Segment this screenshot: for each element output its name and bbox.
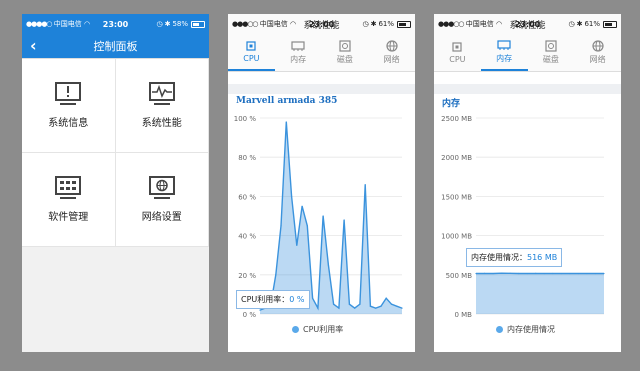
data-point — [501, 272, 503, 274]
data-point — [385, 297, 387, 299]
chart-legend[interactable]: 内存使用情况 — [496, 324, 555, 335]
tile-grid: 系统信息 系统性能 软件管理 网络设置 — [22, 58, 209, 247]
memory-performance-screen: ●●●○○ 中国电信 ◠ 23:00 ◷ ✱ 61% 系统性能 CPU 内存 磁… — [434, 14, 621, 352]
y-tick-label: 0 % — [243, 311, 257, 319]
data-point — [569, 272, 571, 275]
data-point — [509, 272, 511, 274]
data-point — [280, 225, 282, 227]
back-icon[interactable]: ‹ — [30, 36, 37, 55]
data-point — [354, 307, 356, 309]
y-tick-label: 20 % — [238, 272, 256, 280]
y-tick-label: 2000 MB — [441, 154, 472, 162]
data-point — [552, 272, 554, 275]
tile-label: 系统信息 — [48, 118, 89, 129]
data-point — [338, 307, 340, 309]
battery-icon — [191, 20, 205, 28]
data-point — [327, 264, 329, 266]
data-point — [306, 225, 308, 227]
tile-network-settings[interactable]: 网络设置 — [115, 153, 209, 247]
legend-swatch — [292, 326, 299, 333]
y-tick-label: 60 % — [238, 193, 256, 201]
control-panel-screen: ●●●●○ 中国电信 ◠ 23:00 ◷ ✱ 58% ‹ 控制面板 系统信息 系… — [22, 14, 209, 352]
data-point — [586, 272, 588, 275]
y-tick-label: 0 MB — [454, 311, 472, 319]
tooltip-label: CPU利用率： — [241, 295, 290, 304]
status-time: 23:00 — [102, 19, 129, 29]
tooltip-value: 516 MB — [527, 253, 558, 262]
cpu-tooltip: CPU利用率：0 % — [236, 290, 310, 309]
data-point — [359, 303, 361, 305]
tooltip-value: 0 % — [289, 295, 305, 304]
legend-swatch — [496, 326, 503, 333]
data-point — [526, 272, 528, 275]
page-title: 控制面板 — [93, 40, 138, 53]
data-point — [364, 184, 366, 186]
y-tick-label: 40 % — [238, 233, 256, 241]
data-point — [333, 303, 335, 305]
data-point — [369, 305, 372, 307]
data-point — [290, 195, 293, 197]
data-point — [594, 272, 597, 275]
data-point — [543, 272, 545, 275]
data-point — [492, 272, 494, 275]
data-point — [380, 305, 382, 307]
nav-bar: ‹ 控制面板 — [22, 34, 209, 58]
data-point — [296, 244, 298, 246]
system-performance-icon — [148, 82, 175, 105]
y-tick-label: 1500 MB — [441, 193, 472, 201]
y-tick-label: 80 % — [238, 154, 256, 162]
cpu-performance-screen: ●●●○○ 中国电信 ◠ 23:00 ◷ ✱ 61% 系统性能 CPU 内存 磁… — [228, 14, 415, 352]
data-point — [518, 272, 520, 275]
tooltip-label: 内存使用情况： — [471, 253, 527, 262]
data-point — [301, 205, 303, 207]
network-settings-icon — [148, 176, 175, 199]
y-tick-label: 2500 MB — [441, 115, 472, 123]
system-info-icon — [55, 82, 82, 105]
tile-system-info[interactable]: 系统信息 — [22, 59, 116, 153]
data-point — [322, 215, 324, 217]
y-tick-label: 100 % — [234, 115, 257, 123]
y-tick-label: 500 MB — [446, 272, 473, 280]
legend-label: 内存使用情况 — [507, 325, 555, 334]
software-manager-icon — [55, 176, 82, 199]
data-point — [275, 274, 277, 276]
series-area — [476, 273, 604, 314]
data-point — [343, 219, 345, 221]
data-point — [311, 297, 314, 299]
data-point — [285, 121, 287, 123]
data-point — [603, 272, 605, 275]
data-point — [259, 309, 261, 311]
legend-label: CPU利用率 — [303, 325, 344, 334]
data-point — [390, 303, 393, 305]
tile-label: 网络设置 — [141, 212, 182, 223]
data-point — [475, 272, 477, 275]
memory-chart: 0 MB 500 MB 1000 MB 1500 MB 2000 MB 2500 MB — [441, 115, 605, 319]
tile-system-performance[interactable]: 系统性能 — [115, 59, 209, 153]
data-point — [317, 307, 319, 309]
tile-label: 系统性能 — [141, 118, 182, 129]
status-bar: ●●●●○ 中国电信 ◠ 23:00 ◷ ✱ 58% — [22, 14, 209, 34]
data-point — [577, 272, 579, 275]
chart-legend[interactable]: CPU利用率 — [292, 324, 343, 335]
data-point — [401, 307, 403, 309]
memory-tooltip: 内存使用情况：516 MB — [466, 248, 563, 267]
data-point — [396, 305, 398, 307]
data-point — [375, 307, 377, 309]
tile-label: 软件管理 — [48, 212, 89, 223]
data-point — [483, 272, 486, 274]
data-point — [535, 272, 537, 274]
y-tick-label: 1000 MB — [441, 233, 472, 241]
data-point — [560, 272, 562, 275]
tile-software-manager[interactable]: 软件管理 — [22, 153, 116, 247]
data-point — [348, 303, 351, 305]
